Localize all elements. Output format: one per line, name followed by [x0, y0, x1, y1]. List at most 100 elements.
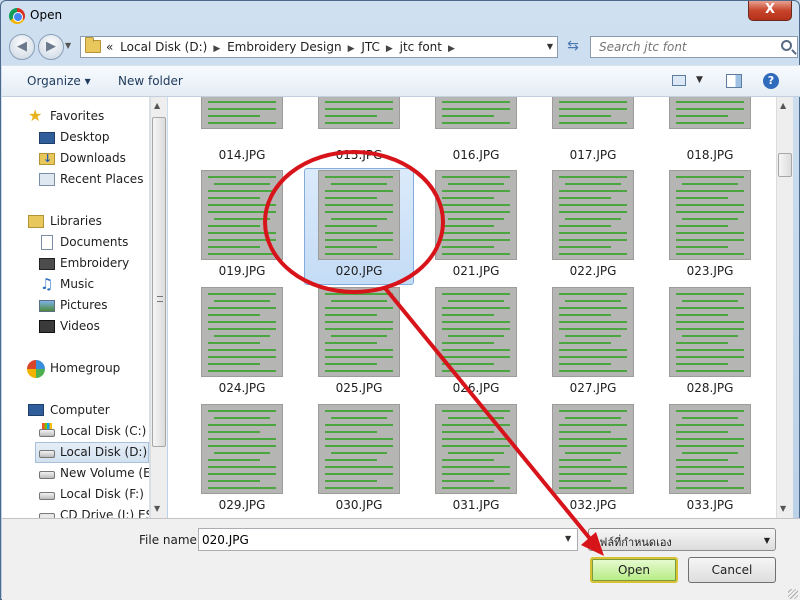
cancel-button[interactable]: Cancel: [688, 557, 776, 583]
navigation-pane: ★ Favorites Desktop Downloads Recent Pla…: [2, 97, 150, 518]
drive-icon: [39, 450, 55, 458]
sidebar-item-embroidery[interactable]: Embroidery: [38, 254, 146, 274]
file-tile[interactable]: 023.JPG: [655, 168, 765, 285]
sidebar-item-pictures[interactable]: Pictures: [38, 296, 146, 316]
filename-dropdown-icon[interactable]: ▼: [565, 534, 571, 543]
sidebar-item-cd-drive-i[interactable]: CD Drive (I:) ES2: [38, 506, 149, 518]
scroll-up-icon[interactable]: ▲: [780, 101, 786, 110]
sidebar-item-desktop[interactable]: Desktop: [38, 128, 146, 148]
file-tile[interactable]: 030.JPG: [304, 402, 414, 518]
file-name-label: 031.JPG: [452, 498, 500, 512]
chevron-right-icon[interactable]: ▶: [386, 44, 393, 54]
filename-input[interactable]: [199, 529, 557, 550]
search-icon[interactable]: [781, 40, 792, 51]
sidebar-item-computer[interactable]: Computer: [26, 401, 146, 421]
breadcrumb-local-disk-d[interactable]: Local Disk (D:): [120, 40, 207, 54]
address-dropdown-icon[interactable]: ▼: [547, 42, 553, 51]
file-tile[interactable]: 027.JPG: [538, 285, 648, 402]
scroll-up-icon[interactable]: ▲: [154, 101, 160, 110]
view-dropdown-icon[interactable]: ▼: [696, 75, 703, 85]
help-icon[interactable]: ?: [763, 73, 779, 89]
title-bar: Open X: [1, 1, 799, 31]
back-button[interactable]: ◀: [9, 34, 35, 60]
file-name-label: 030.JPG: [335, 498, 383, 512]
thumbnail-image: [669, 170, 751, 260]
sidebar-item-homegroup[interactable]: Homegroup: [26, 359, 146, 379]
address-row: ◀ ▶ ▼ « Local Disk (D:) ▶ Embroidery Desi…: [8, 34, 798, 62]
chevron-right-icon[interactable]: ▶: [213, 44, 220, 54]
file-list: 014.JPG 015.JPG 016.JPG 017.JPG 018.JPG 019.J…: [168, 97, 776, 518]
breadcrumb-jtc[interactable]: JTC: [361, 40, 380, 54]
breadcrumb-jtc-font[interactable]: jtc font: [400, 40, 442, 54]
file-tile[interactable]: 025.JPG: [304, 285, 414, 402]
sidebar-item-new-volume-e[interactable]: New Volume (E:): [38, 464, 149, 484]
open-button[interactable]: Open: [590, 557, 678, 583]
new-folder-button[interactable]: New folder: [118, 74, 183, 88]
file-list-scrollbar[interactable]: ▲ ▼: [776, 97, 793, 518]
thumbnail-image: [201, 97, 283, 129]
search-input[interactable]: [591, 37, 771, 57]
drive-icon: [39, 492, 55, 500]
file-tile[interactable]: 026.JPG: [421, 285, 531, 402]
homegroup-icon: [27, 360, 45, 378]
thumbnail-image: [552, 170, 634, 260]
recent-places-icon: [39, 173, 55, 186]
file-type-select[interactable]: ไฟล์ที่กำหนดเอง ▼: [588, 528, 776, 551]
filename-field[interactable]: [198, 528, 578, 551]
change-view-icon[interactable]: [672, 75, 686, 86]
forward-button[interactable]: ▶: [38, 34, 64, 60]
file-name-label: 028.JPG: [686, 381, 734, 395]
file-tile[interactable]: 024.JPG: [187, 285, 297, 402]
address-bar[interactable]: « Local Disk (D:) ▶ Embroidery Design ▶ JT…: [80, 36, 558, 58]
toolbar: Organize ▾ New folder ▼ ?: [2, 65, 800, 97]
sidebar-item-videos[interactable]: Videos: [38, 317, 146, 337]
scroll-down-icon[interactable]: ▼: [154, 504, 160, 513]
scroll-thumb[interactable]: [152, 117, 166, 447]
resize-grip[interactable]: [788, 589, 798, 599]
file-tile[interactable]: 021.JPG: [421, 168, 531, 285]
sidebar-item-downloads[interactable]: Downloads: [38, 149, 146, 169]
file-name-label: 027.JPG: [569, 381, 617, 395]
file-tile[interactable]: 028.JPG: [655, 285, 765, 402]
file-tile[interactable]: 029.JPG: [187, 402, 297, 518]
videos-icon: [39, 320, 55, 333]
sidebar-item-favorites[interactable]: ★ Favorites: [26, 107, 146, 127]
file-tile[interactable]: 020.JPG: [304, 168, 414, 285]
navigation-scrollbar[interactable]: ▲ ▼: [150, 97, 167, 518]
sidebar-item-local-disk-d[interactable]: Local Disk (D:): [35, 442, 149, 463]
sidebar-item-documents[interactable]: Documents: [38, 233, 146, 253]
file-tile[interactable]: 032.JPG: [538, 402, 648, 518]
dialog-footer: File name: ▼ ไฟล์ที่กำหนดเอง ▼ Open Canc…: [2, 518, 800, 600]
file-name-label: 017.JPG: [569, 148, 617, 162]
file-tile[interactable]: 031.JPG: [421, 402, 531, 518]
chevron-right-icon[interactable]: ▶: [448, 44, 455, 54]
file-tile[interactable]: 022.JPG: [538, 168, 648, 285]
file-tile[interactable]: 019.JPG: [187, 168, 297, 285]
breadcrumb-embroidery-design[interactable]: Embroidery Design: [227, 40, 342, 54]
file-name-label: 026.JPG: [452, 381, 500, 395]
scroll-thumb[interactable]: [778, 153, 792, 177]
music-icon: ♫: [40, 275, 54, 293]
thumbnail-image: [435, 97, 517, 129]
scroll-down-icon[interactable]: ▼: [780, 504, 786, 513]
breadcrumb-overflow[interactable]: «: [106, 40, 113, 54]
sidebar-item-local-disk-f[interactable]: Local Disk (F:): [38, 485, 146, 505]
search-box[interactable]: [590, 36, 798, 58]
preview-pane-icon[interactable]: [726, 74, 742, 88]
chevron-right-icon[interactable]: ▶: [348, 44, 355, 54]
organize-button[interactable]: Organize ▾: [27, 74, 91, 88]
sidebar-item-local-disk-c[interactable]: Local Disk (C:): [38, 422, 146, 442]
thumbnail-image: [669, 404, 751, 494]
sidebar-item-libraries[interactable]: Libraries: [26, 212, 146, 232]
thumbnail-image: [669, 287, 751, 377]
refresh-button[interactable]: ⇆: [561, 36, 585, 58]
drive-icon: [39, 471, 55, 479]
sidebar-item-recent-places[interactable]: Recent Places: [38, 170, 146, 190]
window-title: Open: [30, 8, 63, 22]
recent-locations-dropdown[interactable]: ▼: [65, 41, 71, 50]
thumbnail-image: [318, 404, 400, 494]
sidebar-item-music[interactable]: ♫ Music: [38, 275, 146, 295]
chevron-down-icon: ▼: [763, 536, 770, 545]
file-tile[interactable]: 033.JPG: [655, 402, 765, 518]
close-button[interactable]: X: [748, 1, 792, 21]
